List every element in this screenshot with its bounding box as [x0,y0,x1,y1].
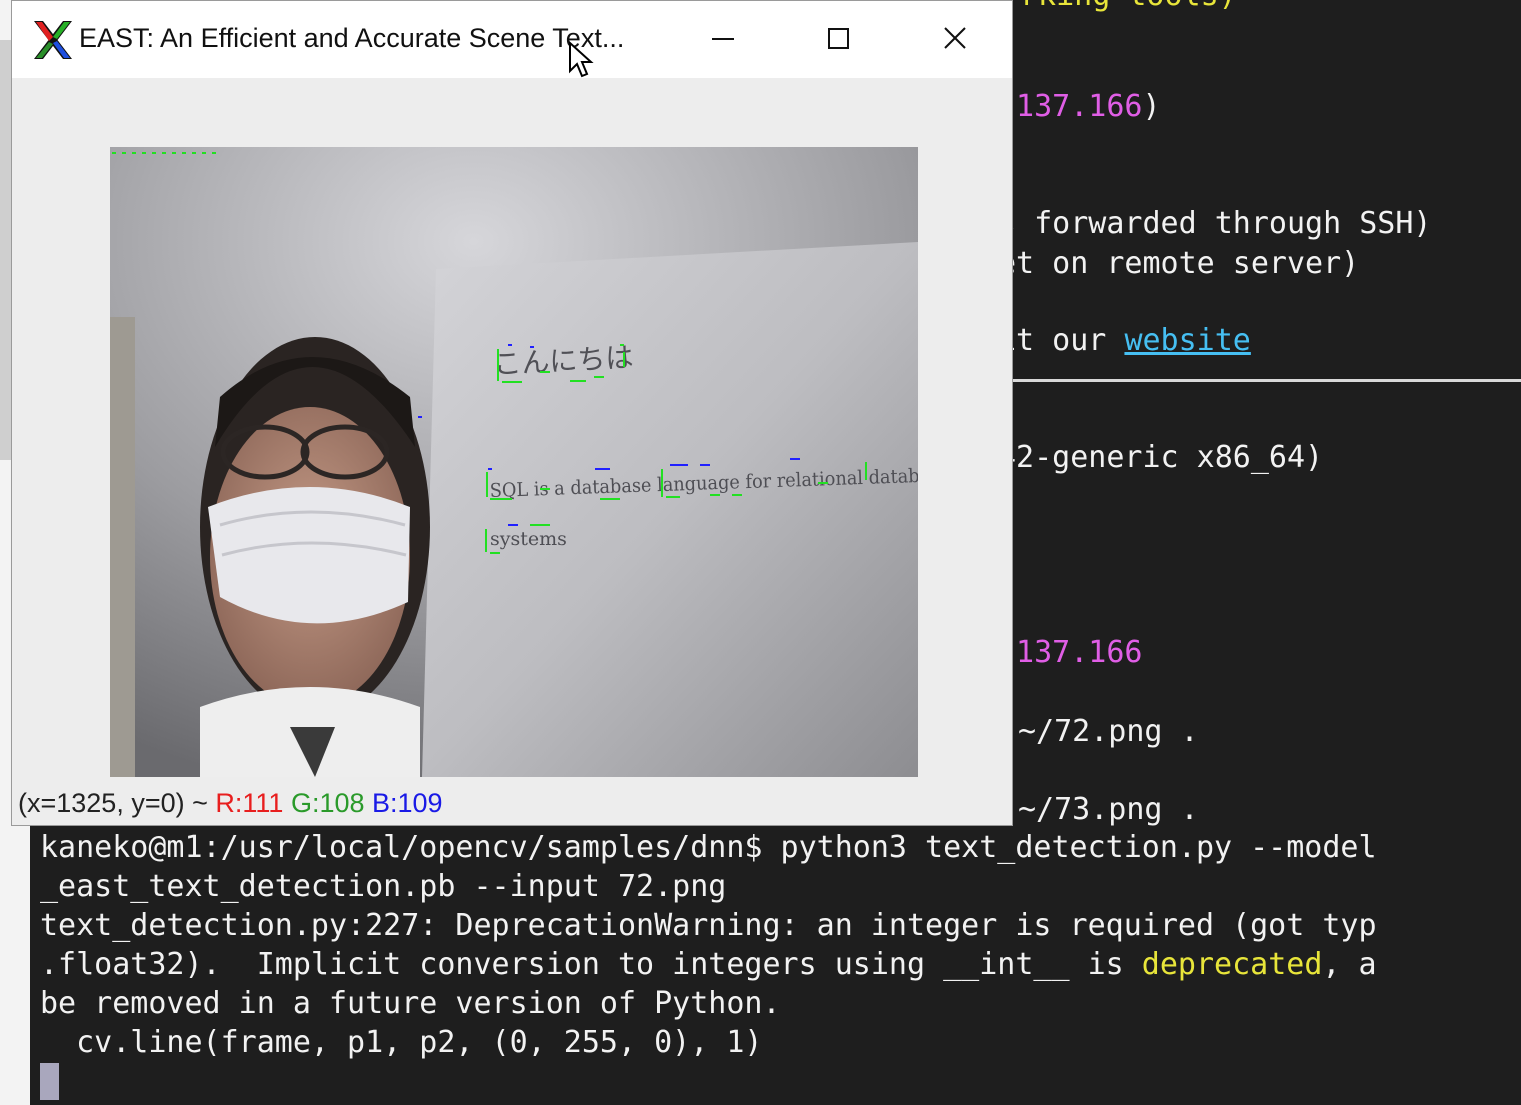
terminal-command-line-1: kaneko@m1:/usr/local/opencv/samples/dnn$… [40,830,1377,865]
x-app-icon [34,21,72,59]
terminal-command-line-2: _east_text_detection.pb --input 72.png [40,869,727,904]
terminal-line-72: ~/72.png . [1018,714,1199,749]
image-text-sentence-2: systems [490,528,567,550]
status-blue: B:109 [372,788,443,818]
terminal-line-ssh: s forwarded through SSH) [998,206,1432,241]
minimize-button[interactable] [698,15,748,61]
terminal-code-line: cv.line(frame, p1, p2, (0, 255, 0), 1) [40,1025,763,1060]
minimize-icon [712,38,734,40]
mouse-pointer-icon [569,41,594,78]
terminal-line-73: ~/73.png . [1018,792,1199,827]
close-button[interactable] [930,15,980,61]
window-titlebar[interactable]: EAST: An Efficient and Accurate Scene Te… [12,1,1012,78]
terminal-line-kernel: 42-generic x86_64) [998,440,1324,475]
terminal-divider [1012,379,1521,382]
terminal-warning-line-1: text_detection.py:227: DeprecationWarnin… [40,908,1377,943]
terminal-line-remote: et on remote server) [998,246,1360,281]
website-link[interactable]: website [1124,323,1250,358]
terminal-cursor [40,1063,59,1100]
close-icon [944,27,966,49]
camera-frame-svg: こんにちは SQL is a database language for rel… [110,147,918,777]
terminal-warning-line-3: be removed in a future version of Python… [40,986,781,1021]
opencv-image-window[interactable]: EAST: An Efficient and Accurate Scene Te… [11,0,1013,826]
paper-sheet [422,242,918,777]
terminal-warning-line-2: .float32). Implicit conversion to intege… [40,947,1377,982]
maximize-icon [828,28,849,49]
status-red: R:111 [215,788,284,818]
terminal-line-top: rking tools) [1020,0,1237,14]
terminal-line-ip2: .137.166 [998,635,1143,670]
terminal-line-visit: it our website [998,323,1251,358]
face-mask [208,487,410,624]
status-green: G:108 [290,788,365,818]
status-bar: (x=1325, y=0) ~ R:111 G:108 B:109 [18,788,443,819]
window-title: EAST: An Efficient and Accurate Scene Te… [79,23,625,53]
terminal-line-ip: .137.166) [998,89,1161,124]
camera-frame-image[interactable]: こんにちは SQL is a database language for rel… [110,147,918,777]
maximize-button[interactable] [814,15,864,61]
status-coords: (x=1325, y=0) ~ [18,788,216,818]
